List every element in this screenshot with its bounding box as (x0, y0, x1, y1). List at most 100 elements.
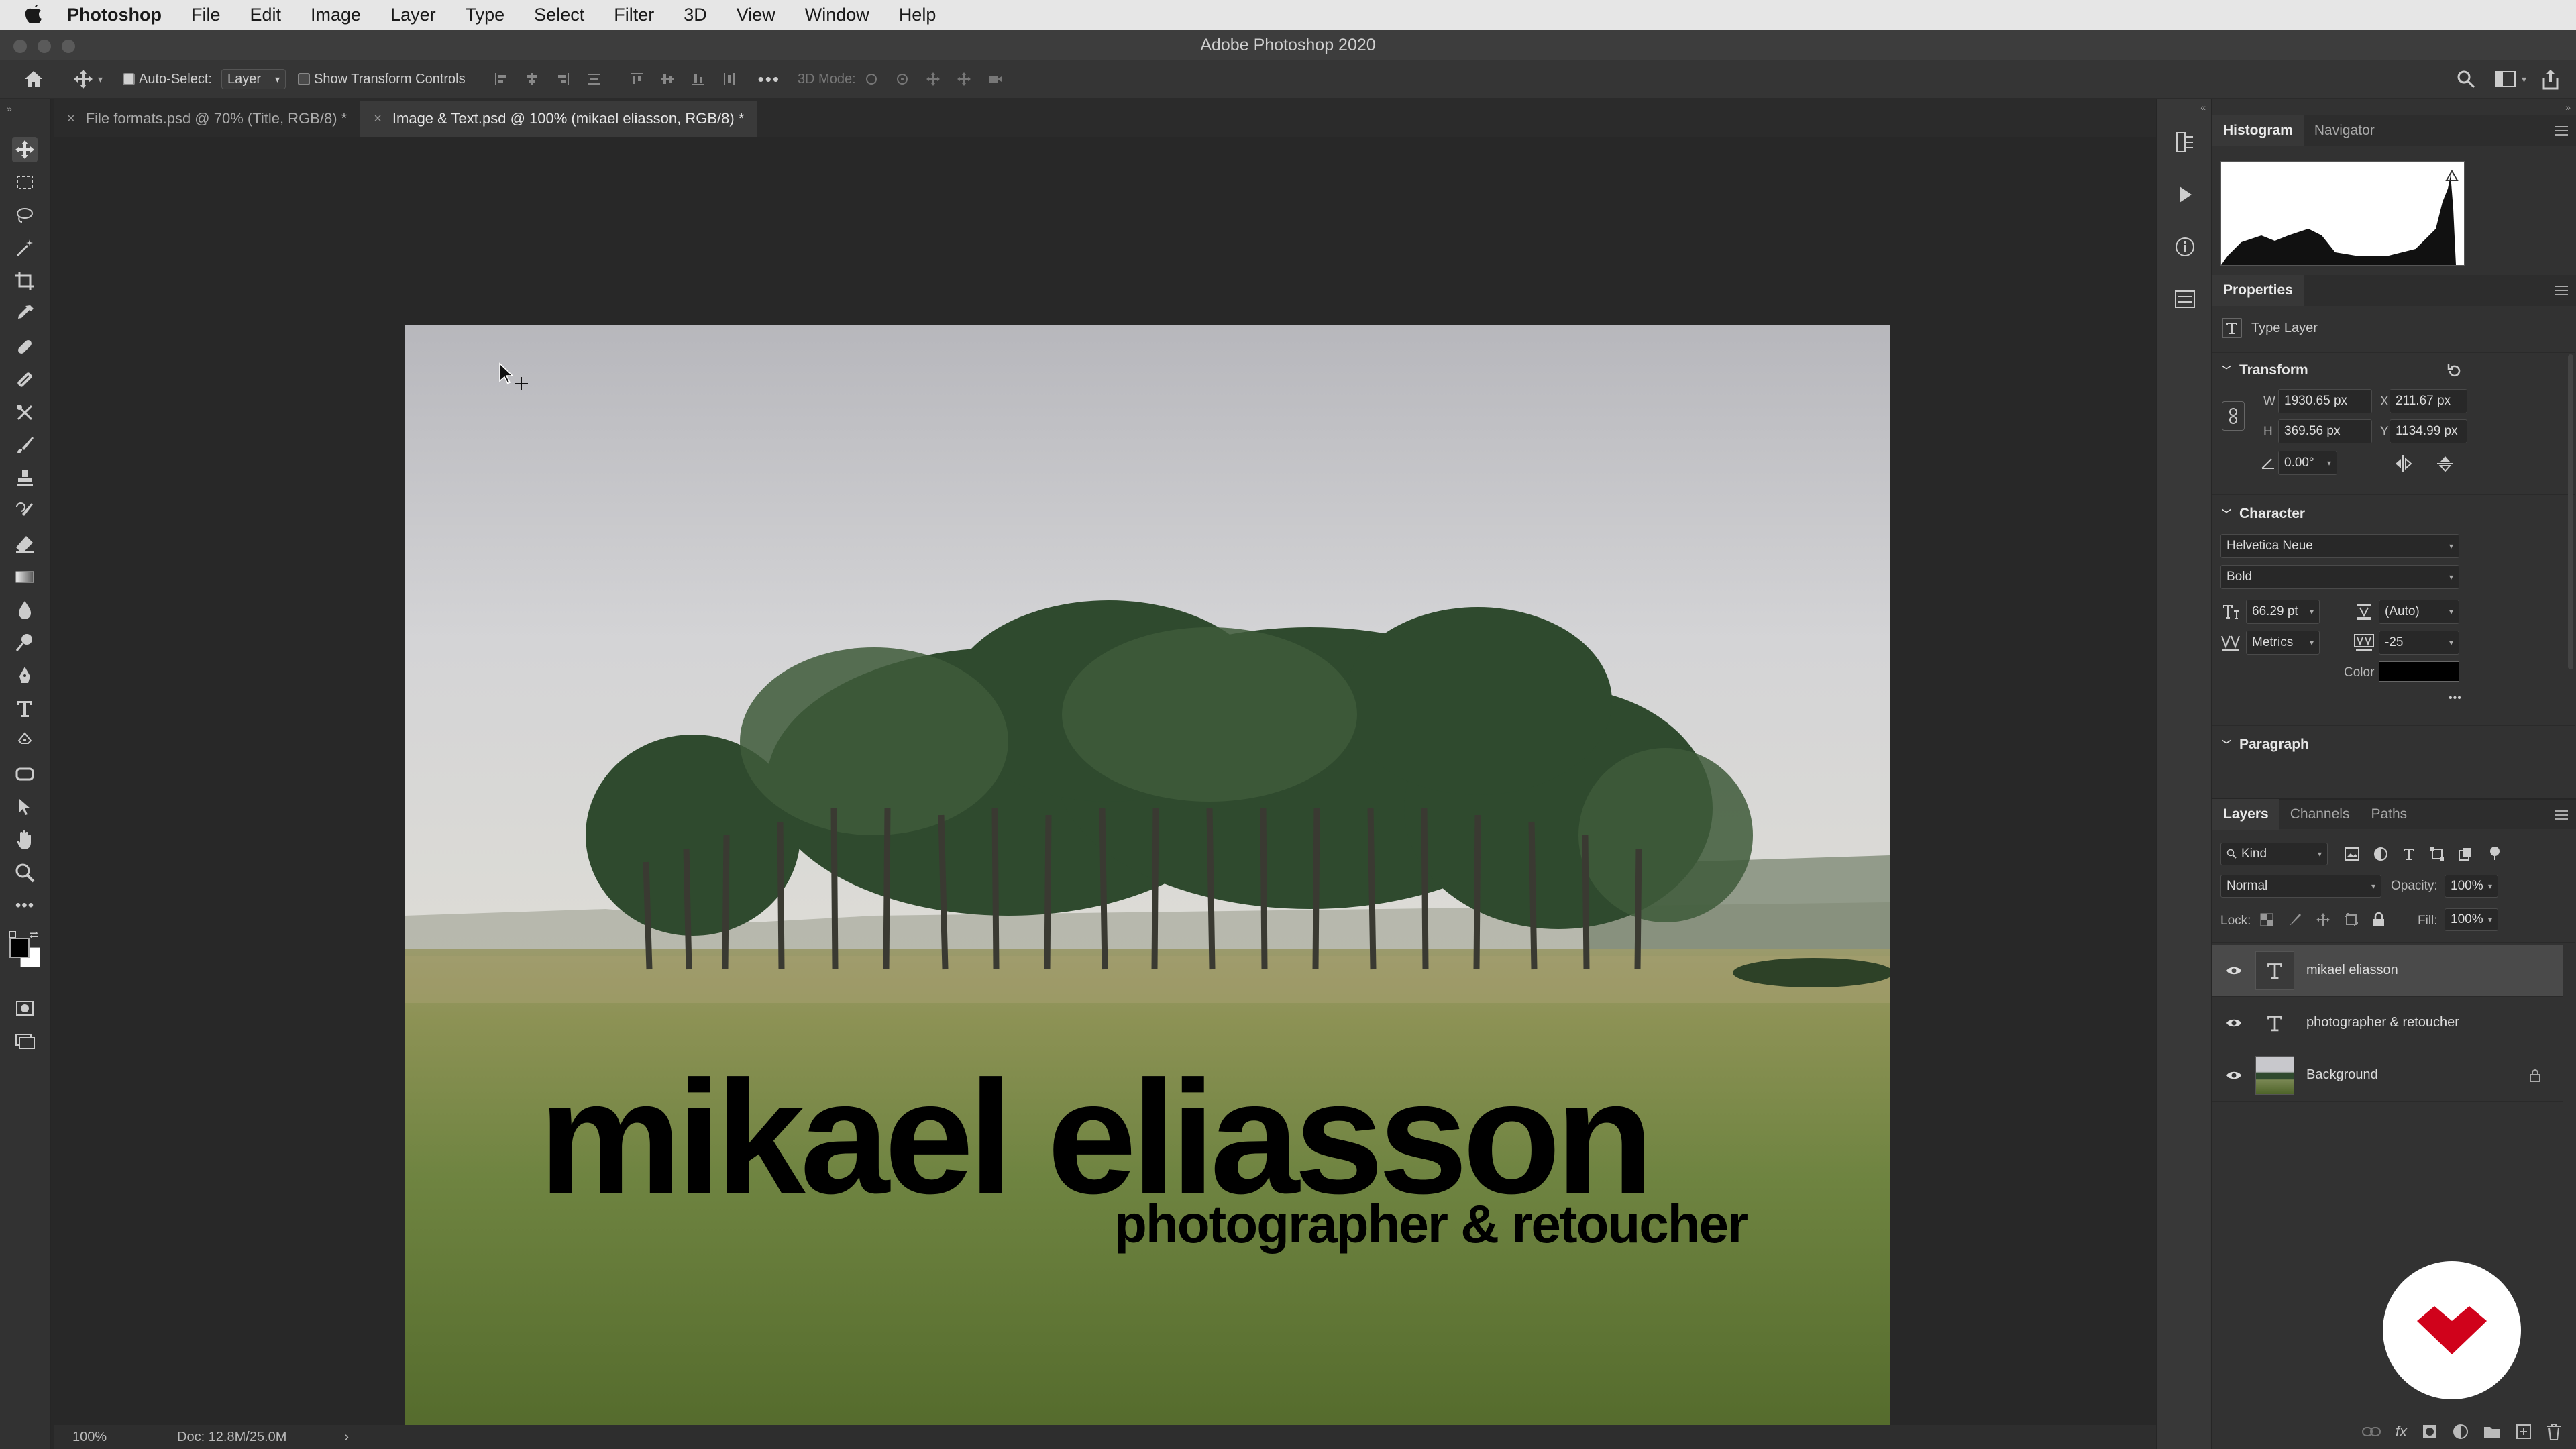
align-middle-icon[interactable] (660, 72, 675, 87)
link-dimensions-icon[interactable] (2222, 401, 2245, 431)
tracking-field[interactable]: -25 ▾ (2379, 631, 2459, 655)
brush-tool-icon[interactable] (12, 367, 38, 392)
align-center-icon[interactable] (525, 72, 539, 87)
zoom-window-button[interactable] (62, 40, 75, 53)
font-family-dropdown[interactable]: Helvetica Neue ▾ (2220, 534, 2459, 558)
collapse-strip-icon[interactable]: « (2200, 102, 2206, 113)
lock-position-icon[interactable] (2316, 912, 2330, 927)
share-icon[interactable] (2541, 68, 2560, 90)
menu-select[interactable]: Select (534, 5, 584, 25)
eraser-tool-icon[interactable] (12, 531, 38, 557)
leading-field[interactable]: (Auto) ▾ (2379, 600, 2459, 624)
filter-type-icon[interactable] (2402, 847, 2416, 861)
canvas-area[interactable]: mikael eliasson photographer & retoucher (54, 137, 2156, 1449)
edit-toolbar-icon[interactable]: ••• (12, 893, 38, 918)
direct-selection-icon[interactable] (12, 794, 38, 820)
3d-scale-icon[interactable] (987, 72, 1002, 87)
lock-all-icon[interactable] (2372, 912, 2385, 927)
minimize-window-button[interactable] (38, 40, 51, 53)
3d-orbit-icon[interactable] (864, 72, 879, 87)
new-layer-icon[interactable] (2516, 1424, 2532, 1440)
filter-adjustment-icon[interactable] (2373, 847, 2388, 861)
layer-row-mikael-eliasson[interactable]: mikael eliasson (2212, 945, 2563, 997)
tab-properties[interactable]: Properties (2212, 275, 2304, 306)
new-group-icon[interactable] (2483, 1424, 2501, 1439)
paragraph-section-header[interactable]: ﹀ Paragraph (2222, 737, 2309, 753)
headline-text[interactable]: mikael eliasson (539, 1057, 1654, 1218)
menu-type[interactable]: Type (466, 5, 505, 25)
hand-tool-icon[interactable] (12, 827, 38, 853)
shape-tool-icon[interactable] (12, 761, 38, 787)
distribute-horizontal-icon[interactable] (722, 72, 737, 87)
more-options-icon[interactable]: ••• (758, 69, 780, 90)
collapse-tools-icon[interactable]: » (7, 103, 12, 114)
auto-select-dropdown[interactable]: Layer ▾ (221, 69, 286, 89)
align-right-icon[interactable] (555, 72, 570, 87)
dodge-tool-icon[interactable] (12, 630, 38, 655)
healing-brush-icon[interactable] (12, 334, 38, 360)
flip-horizontal-icon[interactable] (2394, 453, 2414, 474)
character-section-header[interactable]: ﹀ Character (2222, 506, 2305, 522)
menu-help[interactable]: Help (899, 5, 936, 25)
align-top-icon[interactable] (629, 72, 644, 87)
menu-app-name[interactable]: Photoshop (67, 5, 162, 25)
subline-text[interactable]: photographer & retoucher (1114, 1197, 1748, 1251)
pen-tool-icon[interactable] (12, 663, 38, 688)
filter-smart-object-icon[interactable] (2458, 847, 2473, 861)
3d-pan-icon[interactable] (926, 72, 941, 87)
blur-tool-icon[interactable] (12, 597, 38, 623)
close-tab-icon[interactable]: × (67, 111, 75, 127)
visibility-eye-icon[interactable] (2226, 1070, 2242, 1081)
document-canvas[interactable]: mikael eliasson photographer & retoucher (405, 325, 1890, 1449)
lock-pixels-icon[interactable] (2288, 912, 2302, 927)
workspace-icon[interactable] (2495, 70, 2516, 88)
menu-layer[interactable]: Layer (390, 5, 436, 25)
filter-shape-icon[interactable] (2430, 847, 2445, 861)
zoom-tool-icon[interactable] (12, 860, 38, 885)
foreground-color-swatch[interactable] (9, 938, 30, 958)
menu-window[interactable]: Window (805, 5, 869, 25)
visibility-eye-icon[interactable] (2226, 965, 2242, 976)
x-field[interactable]: 211.67 px (2390, 389, 2467, 413)
swap-colors-icon[interactable]: ⮂ (30, 930, 38, 942)
filter-toggle-icon[interactable] (2487, 845, 2502, 860)
close-tab-icon[interactable]: × (374, 111, 382, 127)
history-icon[interactable] (2173, 130, 2197, 154)
show-transform-checkbox[interactable] (297, 73, 310, 85)
distribute-vertical-icon[interactable] (586, 72, 601, 87)
gradient-tool-icon[interactable] (12, 564, 38, 590)
lock-transparent-icon[interactable] (2259, 912, 2274, 927)
histogram-menu-icon[interactable] (2555, 126, 2568, 136)
link-layers-icon[interactable] (2361, 1425, 2381, 1438)
magic-wand-icon[interactable] (12, 235, 38, 261)
history-brush-icon[interactable] (12, 498, 38, 524)
expand-panels-icon[interactable]: » (2565, 102, 2571, 113)
close-window-button[interactable] (13, 40, 27, 53)
crop-tool-icon[interactable] (12, 268, 38, 294)
move-tool-preset-icon[interactable]: ▾ (72, 68, 103, 90)
status-arrow-icon[interactable]: › (344, 1430, 349, 1445)
add-mask-icon[interactable] (2422, 1424, 2438, 1440)
layer-row-photographer-retoucher[interactable]: photographer & retoucher (2212, 997, 2563, 1049)
layer-name[interactable]: mikael eliasson (2306, 963, 2398, 978)
width-field[interactable]: 1930.65 px (2278, 389, 2372, 413)
blend-mode-dropdown[interactable]: Normal ▾ (2220, 875, 2381, 898)
move-tool-icon[interactable] (12, 137, 38, 162)
tab-histogram[interactable]: Histogram (2212, 115, 2304, 146)
lasso-tool-icon[interactable] (12, 203, 38, 228)
layer-row-background[interactable]: Background (2212, 1049, 2563, 1102)
quick-mask-icon[interactable] (12, 996, 38, 1021)
align-bottom-icon[interactable] (691, 72, 706, 87)
type-tool-icon[interactable] (12, 696, 38, 721)
properties-icon[interactable] (2173, 287, 2197, 311)
layer-filter-dropdown[interactable]: Kind ▾ (2220, 843, 2328, 865)
fill-field[interactable]: 100% ▾ (2445, 908, 2498, 931)
filter-pixel-icon[interactable] (2344, 847, 2360, 861)
tab-paths[interactable]: Paths (2360, 806, 2418, 822)
home-icon[interactable] (20, 66, 47, 93)
layers-menu-icon[interactable] (2555, 810, 2568, 820)
adjustment-layer-icon[interactable] (2453, 1424, 2469, 1440)
menu-3d[interactable]: 3D (684, 5, 707, 25)
actions-play-icon[interactable] (2173, 182, 2197, 207)
menu-filter[interactable]: Filter (614, 5, 654, 25)
